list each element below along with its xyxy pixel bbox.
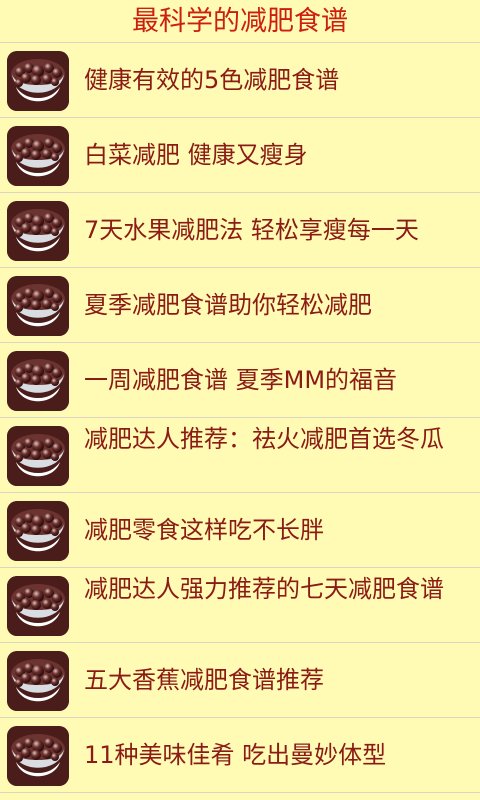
recipe-title: 五大香蕉减肥食谱推荐 [84,666,324,694]
bean-soup-bowl-icon [7,726,69,786]
page-title: 最科学的减肥食谱 [132,5,348,37]
bean-soup-bowl-icon [7,51,69,111]
bean-soup-bowl-icon [7,426,69,486]
recipe-title: 7天水果减肥法 轻松享瘦每一天 [84,216,419,244]
recipe-item-4[interactable]: 夏季减肥食谱助你轻松减肥 [0,268,480,343]
recipe-item-5[interactable]: 一周减肥食谱 夏季MM的福音 [0,343,480,418]
recipe-item-9[interactable]: 五大香蕉减肥食谱推荐 [0,643,480,718]
bean-soup-bowl-icon [7,576,69,636]
recipe-item-1[interactable]: 健康有效的5色减肥食谱 [0,43,480,118]
recipe-list-screen: 最科学的减肥食谱 健康有效的5色减肥食谱 白菜减肥 健康又瘦身 7天水果减肥法 … [0,0,480,800]
recipe-item-7[interactable]: 减肥零食这样吃不长胖 [0,493,480,568]
bean-soup-bowl-icon [7,501,69,561]
recipe-item-3[interactable]: 7天水果减肥法 轻松享瘦每一天 [0,193,480,268]
recipe-list: 健康有效的5色减肥食谱 白菜减肥 健康又瘦身 7天水果减肥法 轻松享瘦每一天 夏… [0,43,480,793]
header: 最科学的减肥食谱 [0,0,480,43]
bean-soup-bowl-icon [7,126,69,186]
recipe-item-10[interactable]: 11种美味佳肴 吃出曼妙体型 [0,718,480,793]
recipe-title: 健康有效的5色减肥食谱 [84,66,340,94]
recipe-title: 一周减肥食谱 夏季MM的福音 [84,366,398,394]
recipe-title: 白菜减肥 健康又瘦身 [84,141,308,169]
bean-soup-bowl-icon [7,651,69,711]
recipe-item-8[interactable]: 减肥达人强力推荐的七天减肥食谱 [0,568,480,643]
bean-soup-bowl-icon [7,276,69,336]
recipe-title: 减肥达人推荐：祛火减肥首选冬瓜 [84,425,444,453]
recipe-item-6[interactable]: 减肥达人推荐：祛火减肥首选冬瓜 [0,418,480,493]
recipe-title: 减肥零食这样吃不长胖 [84,516,324,544]
bean-soup-bowl-icon [7,201,69,261]
bean-soup-bowl-icon [7,351,69,411]
recipe-title: 11种美味佳肴 吃出曼妙体型 [84,741,387,769]
recipe-title: 减肥达人强力推荐的七天减肥食谱 [84,575,444,603]
recipe-title: 夏季减肥食谱助你轻松减肥 [84,291,372,319]
recipe-item-2[interactable]: 白菜减肥 健康又瘦身 [0,118,480,193]
